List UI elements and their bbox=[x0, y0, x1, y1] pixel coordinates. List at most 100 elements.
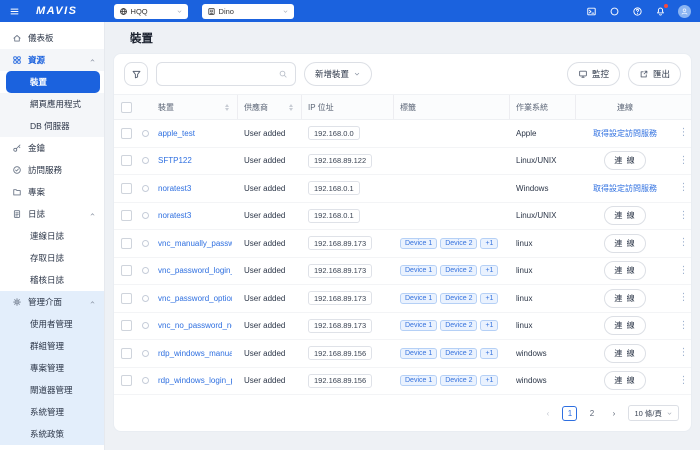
configure-access-link[interactable]: 取得設定訪問服務 bbox=[593, 128, 657, 139]
sidebar-item[interactable]: 存取日誌 bbox=[0, 247, 104, 269]
chevron-down-icon bbox=[353, 70, 361, 78]
connect-button[interactable]: 連 線 bbox=[604, 261, 646, 281]
device-name-link[interactable]: apple_test bbox=[158, 129, 195, 138]
row-menu-icon[interactable]: ⋮ bbox=[679, 348, 689, 358]
device-name-link[interactable]: rdp_windows_manuall... bbox=[158, 349, 232, 358]
sidebar-item[interactable]: 連線日誌 bbox=[0, 225, 104, 247]
tag-chip: Device 1 bbox=[400, 292, 438, 304]
search-icon bbox=[278, 69, 288, 79]
connect-button[interactable]: 連 線 bbox=[604, 343, 646, 363]
sidebar-item[interactable]: 管理介面 bbox=[0, 291, 104, 313]
sidebar-item[interactable]: 專案管理 bbox=[0, 357, 104, 379]
help-icon[interactable] bbox=[632, 6, 643, 17]
sidebar-item[interactable]: 儀表板 bbox=[0, 27, 104, 49]
connect-button[interactable]: 連 線 bbox=[604, 316, 646, 336]
sidebar-item[interactable]: 群組管理 bbox=[0, 335, 104, 357]
table-row: vnc_manually_passwo... User added 192.168.… bbox=[114, 230, 691, 258]
row-menu-icon[interactable]: ⋮ bbox=[679, 183, 689, 193]
ip-chip: 192.168.89.173 bbox=[308, 263, 373, 278]
column-header-vendor[interactable]: 供應商 bbox=[238, 95, 302, 119]
sidebar-item[interactable]: 系統管理 bbox=[0, 401, 104, 423]
tag-chip: +1 bbox=[480, 320, 499, 332]
row-checkbox[interactable] bbox=[120, 237, 132, 249]
search-box bbox=[156, 62, 296, 86]
pagination-next-icon[interactable]: › bbox=[606, 406, 621, 421]
connect-button[interactable]: 連 線 bbox=[604, 151, 646, 171]
device-name-link[interactable]: vnc_password_login_... bbox=[158, 266, 232, 275]
monitor-button[interactable]: 監控 bbox=[566, 62, 620, 86]
sidebar-item-label: 群組管理 bbox=[30, 341, 65, 351]
device-name-link[interactable]: noratest3 bbox=[158, 211, 191, 220]
sidebar-item-label: 金鑰 bbox=[28, 143, 46, 153]
sidebar-item[interactable]: 閘道器管理 bbox=[0, 379, 104, 401]
pagination-page-1[interactable]: 1 bbox=[562, 405, 578, 421]
table-row: rdp_windows_login_pa... User added 192.168… bbox=[114, 368, 691, 395]
row-menu-icon[interactable]: ⋮ bbox=[679, 128, 689, 138]
sidebar-item[interactable]: 專案 bbox=[0, 181, 104, 203]
sidebar-item[interactable]: 日誌 bbox=[0, 203, 104, 225]
sort-icon[interactable] bbox=[289, 103, 293, 111]
device-name-link[interactable]: vnc_password_option... bbox=[158, 294, 232, 303]
row-menu-icon[interactable]: ⋮ bbox=[679, 238, 689, 248]
row-checkbox[interactable] bbox=[120, 182, 132, 194]
pagination-prev-icon[interactable]: ‹ bbox=[540, 406, 555, 421]
tags-cell: Device 1 Device 2 +1 bbox=[394, 320, 510, 332]
export-button[interactable]: 匯出 bbox=[627, 62, 681, 86]
device-name-link[interactable]: vnc_manually_passwo... bbox=[158, 239, 232, 248]
bell-icon[interactable] bbox=[655, 3, 668, 17]
sort-icon[interactable] bbox=[225, 103, 229, 111]
circle-icon[interactable] bbox=[609, 6, 620, 17]
remote-session-icon[interactable] bbox=[586, 6, 597, 17]
connect-button[interactable]: 連 線 bbox=[604, 206, 646, 226]
row-checkbox[interactable] bbox=[120, 320, 132, 332]
ip-chip: 192.168.89.173 bbox=[308, 318, 373, 333]
hamburger-menu-icon[interactable] bbox=[9, 6, 20, 17]
row-menu-icon[interactable]: ⋮ bbox=[679, 210, 689, 221]
sidebar-item[interactable]: 訪問服務 bbox=[0, 159, 104, 181]
row-checkbox[interactable] bbox=[120, 265, 132, 277]
connect-button[interactable]: 連 線 bbox=[604, 288, 646, 308]
user-avatar[interactable] bbox=[678, 4, 691, 18]
add-device-button[interactable]: 新增裝置 bbox=[304, 62, 373, 86]
sidebar-item[interactable]: 系統政策 bbox=[0, 423, 104, 445]
doc-icon bbox=[12, 209, 22, 219]
row-menu-icon[interactable]: ⋮ bbox=[679, 320, 689, 331]
org-select[interactable]: HQQ bbox=[113, 3, 188, 19]
sidebar-item-label: 日誌 bbox=[28, 209, 46, 219]
sidebar-item[interactable]: 網頁應用程式 bbox=[0, 93, 104, 115]
filter-button[interactable] bbox=[124, 62, 148, 86]
row-checkbox[interactable] bbox=[120, 292, 132, 304]
row-menu-icon[interactable]: ⋮ bbox=[679, 155, 689, 166]
row-checkbox[interactable] bbox=[120, 375, 132, 387]
sidebar-item[interactable]: 資源 bbox=[0, 49, 104, 71]
device-name-link[interactable]: SFTP122 bbox=[158, 156, 192, 165]
vendor-cell: User added bbox=[244, 348, 286, 358]
sidebar-item[interactable]: 稽核日誌 bbox=[0, 269, 104, 291]
configure-access-link[interactable]: 取得設定訪問服務 bbox=[593, 183, 657, 194]
device-name-link[interactable]: rdp_windows_login_pa... bbox=[158, 376, 232, 385]
pagination-page-2[interactable]: 2 bbox=[584, 406, 599, 421]
search-input[interactable] bbox=[164, 68, 274, 80]
row-menu-icon[interactable]: ⋮ bbox=[679, 375, 689, 386]
page-size-select[interactable]: 10 條/頁 bbox=[628, 405, 679, 421]
device-name-link[interactable]: noratest3 bbox=[158, 184, 191, 193]
device-name-link[interactable]: vnc_no_password_no... bbox=[158, 321, 232, 330]
row-checkbox[interactable] bbox=[120, 155, 132, 167]
tag-chip: Device 2 bbox=[440, 265, 478, 277]
sidebar-item[interactable]: DB 伺服器 bbox=[0, 115, 104, 137]
sidebar-item[interactable]: 金鑰 bbox=[0, 137, 104, 159]
ip-chip: 192.168.89.122 bbox=[308, 153, 373, 168]
tenant-select[interactable]: Dino bbox=[201, 3, 294, 19]
row-checkbox[interactable] bbox=[120, 347, 132, 359]
select-all-checkbox[interactable] bbox=[120, 101, 132, 113]
row-menu-icon[interactable]: ⋮ bbox=[679, 293, 689, 303]
connect-button[interactable]: 連 線 bbox=[604, 371, 646, 391]
row-checkbox[interactable] bbox=[120, 127, 132, 139]
row-checkbox[interactable] bbox=[120, 210, 132, 222]
monitor-label: 監控 bbox=[591, 69, 609, 79]
sidebar-item[interactable]: 使用者管理 bbox=[0, 313, 104, 335]
connect-button[interactable]: 連 線 bbox=[604, 233, 646, 253]
row-menu-icon[interactable]: ⋮ bbox=[679, 265, 689, 276]
sidebar-item[interactable]: 裝置 bbox=[6, 71, 100, 93]
column-header-device[interactable]: 裝置 bbox=[152, 95, 238, 119]
